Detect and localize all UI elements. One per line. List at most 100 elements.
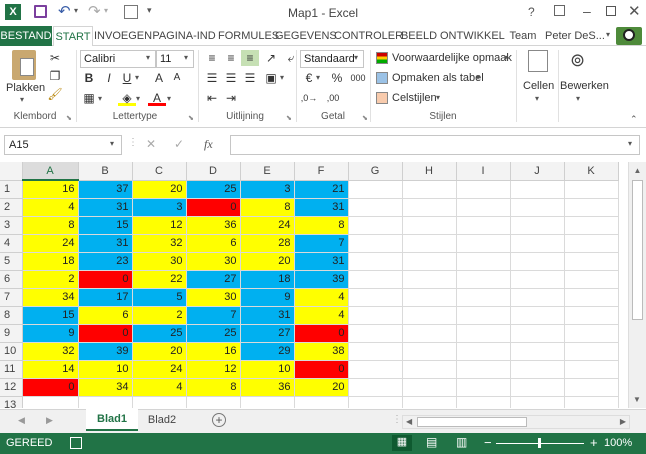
increase-indent-icon[interactable]: ⇥ bbox=[222, 90, 240, 106]
row-header[interactable]: 12 bbox=[0, 378, 23, 397]
cell[interactable]: 0 bbox=[22, 378, 79, 397]
orientation-icon[interactable]: ↗ bbox=[262, 50, 280, 66]
macro-record-icon[interactable] bbox=[70, 437, 82, 449]
tab-invoegen[interactable]: INVOEGEN bbox=[94, 26, 152, 46]
cell[interactable] bbox=[456, 288, 511, 307]
align-left-icon[interactable]: ☰ bbox=[203, 70, 221, 86]
cell[interactable] bbox=[402, 396, 457, 408]
zoom-slider[interactable] bbox=[496, 438, 584, 448]
cell[interactable] bbox=[564, 252, 619, 271]
cell[interactable] bbox=[564, 234, 619, 253]
cell[interactable] bbox=[564, 216, 619, 235]
cell[interactable] bbox=[456, 216, 511, 235]
cell[interactable] bbox=[510, 234, 565, 253]
cells-dropdown-icon[interactable]: ▾ bbox=[535, 94, 539, 103]
wrap-text-icon[interactable]: ⤶ bbox=[282, 50, 300, 66]
zoom-level[interactable]: 100% bbox=[604, 437, 632, 449]
column-header-c[interactable]: C bbox=[132, 162, 187, 181]
cell[interactable]: 0 bbox=[78, 324, 133, 343]
cell[interactable]: 30 bbox=[186, 288, 241, 307]
cell[interactable]: 0 bbox=[294, 360, 349, 379]
currency-dropdown-icon[interactable]: ▾ bbox=[316, 73, 320, 82]
cell[interactable] bbox=[510, 198, 565, 217]
cell[interactable]: 38 bbox=[294, 342, 349, 361]
cell[interactable] bbox=[564, 342, 619, 361]
cell[interactable]: 4 bbox=[294, 306, 349, 325]
cell[interactable]: 15 bbox=[78, 216, 133, 235]
increase-decimal-icon[interactable]: ,0→ bbox=[300, 90, 318, 106]
next-sheet-icon[interactable]: ▶ bbox=[46, 415, 53, 426]
cell[interactable]: 24 bbox=[22, 234, 79, 253]
column-header-h[interactable]: H bbox=[402, 162, 457, 181]
grow-font-icon[interactable]: A bbox=[150, 70, 168, 86]
zoom-in-icon[interactable]: + bbox=[590, 435, 598, 450]
cell[interactable] bbox=[294, 396, 349, 408]
cell[interactable] bbox=[510, 180, 565, 199]
cell[interactable] bbox=[348, 342, 403, 361]
zoom-out-icon[interactable]: − bbox=[484, 435, 492, 450]
cell[interactable] bbox=[564, 378, 619, 397]
column-header-f[interactable]: F bbox=[294, 162, 349, 181]
cell[interactable]: 8 bbox=[240, 198, 295, 217]
cell[interactable] bbox=[402, 378, 457, 397]
cell[interactable] bbox=[564, 360, 619, 379]
merge-center-icon[interactable]: ▣ bbox=[262, 70, 280, 86]
bold-button[interactable]: B bbox=[80, 70, 98, 86]
cell[interactable]: 6 bbox=[186, 234, 241, 253]
column-header-a[interactable]: A bbox=[22, 162, 79, 181]
cell[interactable] bbox=[456, 198, 511, 217]
worksheet-grid[interactable]: ABCDEFGHIJK 1 16 37 20 25 3 21 2 4 31 3 0 8 31 3 8 15 12 3… bbox=[0, 162, 646, 408]
worksheet-table[interactable]: ABCDEFGHIJK 1 16 37 20 25 3 21 2 4 31 3 0 8 31 3 8 15 12 3… bbox=[0, 162, 619, 408]
dialog-launcher-icon[interactable]: ⬊ bbox=[362, 114, 368, 122]
cell-styles-dropdown-icon[interactable]: ▾ bbox=[436, 93, 440, 102]
cell[interactable]: 4 bbox=[22, 198, 79, 217]
cell[interactable]: 20 bbox=[294, 378, 349, 397]
font-color-icon[interactable]: A bbox=[148, 90, 166, 106]
cell[interactable] bbox=[402, 252, 457, 271]
expand-formula-icon[interactable]: ▾ bbox=[628, 139, 632, 148]
scroll-up-icon[interactable]: ▲ bbox=[629, 166, 646, 175]
cell[interactable]: 36 bbox=[186, 216, 241, 235]
cell[interactable] bbox=[510, 252, 565, 271]
tab-team[interactable]: Team bbox=[506, 26, 540, 46]
cell[interactable] bbox=[456, 342, 511, 361]
scroll-thumb[interactable] bbox=[632, 180, 643, 320]
cell[interactable]: 7 bbox=[294, 234, 349, 253]
cell[interactable] bbox=[348, 288, 403, 307]
cell[interactable] bbox=[402, 270, 457, 289]
enter-icon[interactable]: ✓ bbox=[174, 137, 184, 151]
row-header[interactable]: 9 bbox=[0, 324, 23, 343]
insert-function-button[interactable]: fx bbox=[204, 137, 213, 152]
cell[interactable] bbox=[564, 180, 619, 199]
cell[interactable]: 9 bbox=[22, 324, 79, 343]
row-header[interactable]: 5 bbox=[0, 252, 23, 271]
cell[interactable]: 31 bbox=[294, 252, 349, 271]
cell[interactable] bbox=[402, 288, 457, 307]
cell[interactable]: 16 bbox=[186, 342, 241, 361]
name-box-chevron-down-icon[interactable]: ▾ bbox=[110, 139, 114, 148]
cell[interactable]: 30 bbox=[186, 252, 241, 271]
cell[interactable] bbox=[402, 306, 457, 325]
zoom-slider-thumb[interactable] bbox=[538, 438, 541, 448]
cell[interactable] bbox=[402, 360, 457, 379]
page-break-view-icon[interactable]: ▥ bbox=[456, 435, 467, 449]
align-center-icon[interactable]: ☰ bbox=[222, 70, 240, 86]
cell[interactable] bbox=[22, 396, 79, 408]
paste-button[interactable]: Plakken bbox=[6, 82, 45, 94]
cell[interactable]: 20 bbox=[132, 342, 187, 361]
cell[interactable] bbox=[348, 234, 403, 253]
cell[interactable]: 21 bbox=[294, 180, 349, 199]
cancel-icon[interactable]: ✕ bbox=[146, 137, 156, 151]
select-all-corner[interactable] bbox=[0, 162, 23, 181]
cell[interactable] bbox=[132, 396, 187, 408]
cell[interactable]: 6 bbox=[78, 306, 133, 325]
dialog-launcher-icon[interactable]: ⬊ bbox=[188, 114, 194, 122]
cell[interactable] bbox=[456, 306, 511, 325]
decrease-decimal-icon[interactable]: ,00 bbox=[324, 90, 342, 106]
tab-gegevens[interactable]: GEGEVENS bbox=[275, 26, 337, 46]
font-size-dropdown[interactable]: 11 bbox=[156, 50, 194, 68]
format-as-table-dropdown-icon[interactable]: ▾ bbox=[476, 73, 480, 82]
tab-controleren[interactable]: CONTROLER bbox=[334, 26, 403, 46]
cell[interactable] bbox=[456, 324, 511, 343]
column-header-b[interactable]: B bbox=[78, 162, 133, 181]
